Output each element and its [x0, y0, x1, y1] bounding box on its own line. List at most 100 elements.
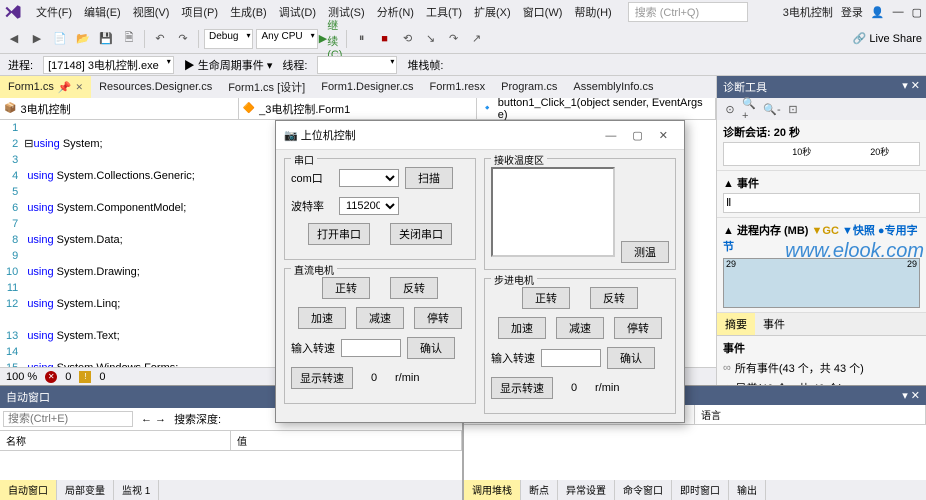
step-speed-input[interactable] [541, 349, 601, 367]
nav-member[interactable]: 🔹 button1_Click_1(object sender, EventAr… [477, 98, 716, 119]
thread-combo[interactable] [317, 56, 397, 74]
forward-icon[interactable]: ▶ [27, 29, 47, 49]
pause-icon[interactable]: ⏸ [352, 29, 372, 49]
panel-close-icon[interactable]: ▾ ✕ [902, 79, 920, 95]
dc-fwd-button[interactable]: 正转 [322, 277, 370, 299]
nav-bar: 📦 3电机控制 🔶 _3电机控制.Form1 🔹 button1_Click_1… [0, 98, 716, 120]
tab-exceptions[interactable]: 异常设置 [558, 480, 615, 500]
platform-combo[interactable]: Any CPU [256, 29, 317, 49]
login-link[interactable]: 登录 [841, 4, 863, 20]
auto-search-input[interactable] [3, 411, 133, 427]
dc-rev-button[interactable]: 反转 [390, 277, 438, 299]
zoom-level[interactable]: 100 % [6, 371, 37, 383]
tab-callstack[interactable]: 调用堆栈 [464, 480, 521, 500]
scan-button[interactable]: 扫描 [405, 167, 453, 189]
dc-confirm-button[interactable]: 确认 [407, 337, 455, 359]
saveall-icon[interactable]: 🗎 [119, 29, 139, 49]
step-rev-button[interactable]: 反转 [590, 287, 638, 309]
menu-edit[interactable]: 编辑(E) [78, 4, 127, 20]
back-icon[interactable]: ◀ [4, 29, 24, 49]
save-icon[interactable]: 💾 [96, 29, 116, 49]
minimize-icon[interactable]: — [893, 6, 904, 18]
com-select[interactable] [339, 169, 399, 187]
diag-reset-icon[interactable]: ⊡ [784, 100, 802, 118]
close-icon[interactable]: ✕ [76, 82, 84, 93]
tab-resources[interactable]: Resources.Designer.cs [91, 76, 220, 98]
step-acc-button[interactable]: 加速 [498, 317, 546, 339]
step-fwd-button[interactable]: 正转 [522, 287, 570, 309]
dlg-min-icon[interactable]: — [597, 130, 624, 142]
process-bar: 进程: [17148] 3电机控制.exe ▶ 生命周期事件 ▾ 线程: 堆栈帧… [0, 54, 926, 76]
menu-build[interactable]: 生成(B) [224, 4, 273, 20]
stepover-icon[interactable]: ↷ [444, 29, 464, 49]
diag-zoomout-icon[interactable]: 🔍- [763, 100, 781, 118]
menu-project[interactable]: 项目(P) [175, 4, 224, 20]
nav-class[interactable]: 🔶 _3电机控制.Form1 [239, 98, 478, 119]
dlg-max-icon[interactable]: ▢ [624, 130, 650, 142]
tab-form1resx[interactable]: Form1.resx [422, 76, 494, 98]
diag-record-icon[interactable]: ⊙ [721, 100, 739, 118]
tab-immediate[interactable]: 即时窗口 [672, 480, 729, 500]
open-icon[interactable]: 📂 [73, 29, 93, 49]
memory-chart[interactable]: 29 29 [723, 258, 920, 308]
restart-icon[interactable]: ⟲ [398, 29, 418, 49]
step-show-button[interactable]: 显示转速 [491, 377, 553, 399]
warning-icon[interactable]: ! [79, 371, 91, 383]
maximize-icon[interactable]: ▢ [912, 6, 922, 19]
diag-tab-summary[interactable]: 摘要 [717, 313, 755, 335]
close-serial-button[interactable]: 关闭串口 [390, 223, 452, 245]
tab-form1designer[interactable]: Form1.Designer.cs [313, 76, 421, 98]
menu-window[interactable]: 窗口(W) [517, 4, 569, 20]
step-confirm-button[interactable]: 确认 [607, 347, 655, 369]
new-icon[interactable]: 📄 [50, 29, 70, 49]
tab-output[interactable]: 输出 [729, 480, 766, 500]
dc-show-button[interactable]: 显示转速 [291, 367, 353, 389]
tab-assembly[interactable]: AssemblyInfo.cs [565, 76, 661, 98]
menu-extensions[interactable]: 扩展(X) [468, 4, 517, 20]
stepout-icon[interactable]: ↗ [467, 29, 487, 49]
tab-program[interactable]: Program.cs [493, 76, 565, 98]
tab-watch[interactable]: 监视 1 [114, 480, 159, 500]
dlg-close-icon[interactable]: ✕ [651, 130, 676, 142]
menu-tools[interactable]: 工具(T) [420, 4, 468, 20]
dc-speed-input[interactable] [341, 339, 401, 357]
continue-button[interactable]: ▶ 继续(C) [321, 29, 341, 49]
pin-icon[interactable]: 📌 [58, 81, 72, 94]
measure-button[interactable]: 测温 [621, 241, 669, 263]
open-serial-button[interactable]: 打开串口 [308, 223, 370, 245]
nav-project[interactable]: 📦 3电机控制 [0, 98, 239, 119]
menu-view[interactable]: 视图(V) [127, 4, 176, 20]
menu-debug[interactable]: 调试(D) [273, 4, 322, 20]
diag-tab-events[interactable]: 事件 [755, 313, 793, 335]
diag-session: 诊断会话: 20 秒 [723, 124, 920, 140]
undo-icon[interactable]: ↶ [150, 29, 170, 49]
process-combo[interactable]: [17148] 3电机控制.exe [43, 56, 174, 74]
stop-icon[interactable]: ■ [375, 29, 395, 49]
tab-locals[interactable]: 局部变量 [57, 480, 114, 500]
dc-acc-button[interactable]: 加速 [298, 307, 346, 329]
search-box[interactable]: 搜索 (Ctrl+Q) [628, 2, 748, 22]
menu-file[interactable]: 文件(F) [30, 4, 78, 20]
lifecycle-button[interactable]: ▶ 生命周期事件 ▾ [184, 57, 273, 73]
diag-timeline[interactable]: 10秒 20秒 [723, 142, 920, 166]
menu-help[interactable]: 帮助(H) [568, 4, 617, 20]
user-icon[interactable]: 👤 [871, 6, 885, 19]
stepinto-icon[interactable]: ↘ [421, 29, 441, 49]
diag-zoomin-icon[interactable]: 🔍+ [742, 100, 760, 118]
tab-form1cs[interactable]: Form1.cs📌✕ [0, 76, 91, 98]
tab-autos[interactable]: 自动窗口 [0, 480, 57, 500]
baud-select[interactable]: 115200 [339, 197, 399, 215]
step-stop-button[interactable]: 停转 [614, 317, 662, 339]
config-combo[interactable]: Debug [204, 29, 253, 49]
tab-command[interactable]: 命令窗口 [615, 480, 672, 500]
tab-form1design[interactable]: Form1.cs [设计] [220, 76, 313, 98]
menu-analyze[interactable]: 分析(N) [371, 4, 420, 20]
redo-icon[interactable]: ↷ [173, 29, 193, 49]
liveshare-button[interactable]: 🔗 Live Share [853, 32, 922, 45]
error-icon[interactable]: ✕ [45, 371, 57, 383]
event-row[interactable]: ∞所有事件(43 个，共 43 个) [723, 358, 920, 378]
dc-dec-button[interactable]: 减速 [356, 307, 404, 329]
dc-stop-button[interactable]: 停转 [414, 307, 462, 329]
step-dec-button[interactable]: 减速 [556, 317, 604, 339]
tab-breakpoints[interactable]: 断点 [521, 480, 558, 500]
